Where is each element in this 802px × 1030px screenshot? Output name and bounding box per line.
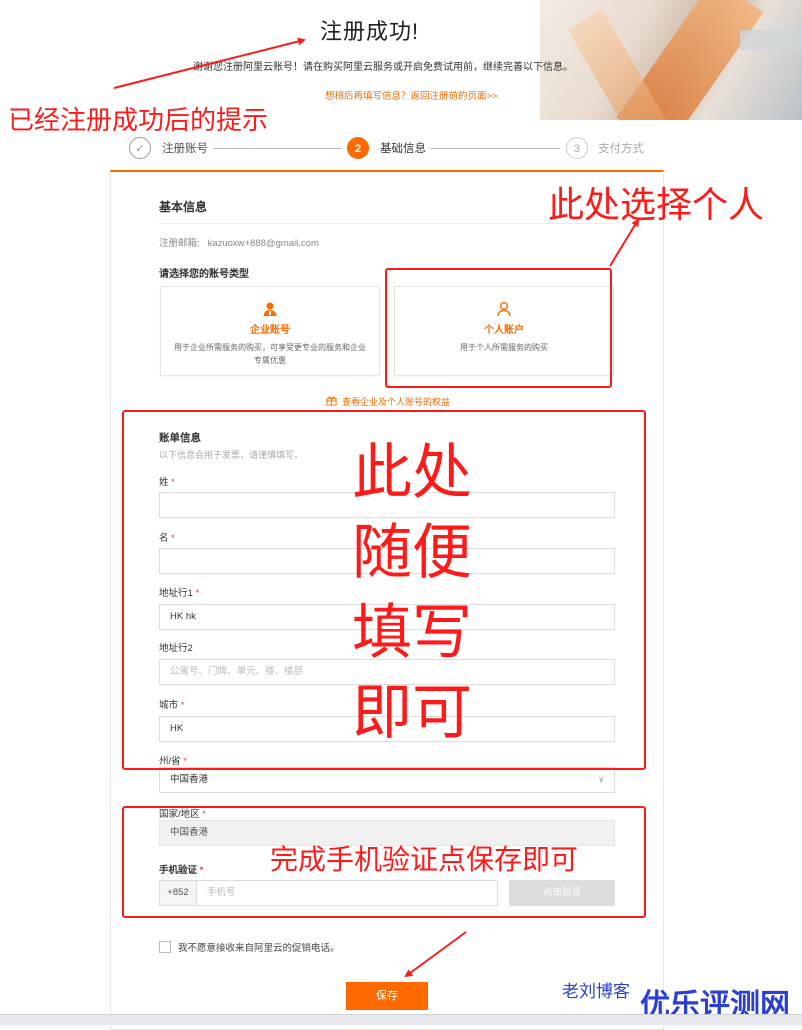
benefits-link-text: 查看企业及个人账号的权益 [342, 397, 451, 407]
annotation-phone-hint: 完成手机验证点保存即可 [270, 844, 579, 875]
annotation-fill-line: 随便 [352, 519, 472, 586]
divider [159, 223, 614, 224]
annotation-fill-line: 即可 [352, 679, 472, 746]
step2-label: 基础信息 [380, 143, 426, 155]
step3-label: 支付方式 [598, 143, 644, 155]
annotation-fill-line: 填写 [352, 599, 472, 666]
registered-email: 注册邮箱: kazuoxw+888@gmail.com [159, 235, 319, 249]
step1-label: 注册账号 [162, 143, 208, 155]
save-button[interactable]: 保存 [346, 982, 428, 1010]
opt-out-label: 我不愿意接收来自阿里云的促销电话。 [178, 943, 340, 954]
annotation-fill-line: 此处 [352, 439, 472, 506]
annotation-box-personal [385, 268, 612, 388]
basic-info-title: 基本信息 [159, 200, 208, 214]
account-type-title: 请选择您的账号类型 [159, 269, 249, 280]
enterprise-account-option[interactable]: 企业账号 用于企业所需服务的购买，可享受更专业的服务和企业专属优惠 [160, 286, 380, 376]
gift-icon [326, 396, 340, 407]
step1-check-icon: ✓ [129, 137, 151, 159]
os-taskbar [0, 1014, 802, 1025]
enterprise-account-name: 企业账号 [250, 325, 290, 336]
email-value: kazuoxw+888@gmail.com [207, 238, 319, 249]
success-message: 谢谢您注册阿里云账号！请在购买阿里云服务或开启免费试用前，继续完善以下信息。 [193, 62, 573, 73]
watermark-blog: 老刘博客 [562, 982, 630, 1001]
enterprise-user-icon [262, 301, 278, 317]
account-benefits-link[interactable]: 查看企业及个人账号的权益 [326, 395, 450, 408]
step2-number: 2 [347, 137, 369, 159]
annotation-success-hint: 已经注册成功后的提示 [8, 105, 269, 135]
annotation-choose-personal: 此处选择个人 [548, 184, 765, 225]
opt-out-checkbox[interactable] [159, 941, 171, 953]
step3-number: 3 [566, 137, 588, 159]
state-select[interactable]: 中国香港 [159, 767, 615, 793]
fill-later-link[interactable]: 想稍后再填写信息？返回注册前的页面>> [325, 88, 498, 102]
step-connector [430, 148, 560, 149]
step-connector [214, 148, 342, 149]
enterprise-account-desc: 用于企业所需服务的购买，可享受更专业的服务和企业专属优惠 [174, 343, 366, 365]
email-label: 注册邮箱: [159, 238, 200, 249]
header-banner-image [540, 0, 802, 120]
success-title: 注册成功! [320, 19, 420, 44]
chevron-down-icon: ∨ [598, 774, 605, 784]
